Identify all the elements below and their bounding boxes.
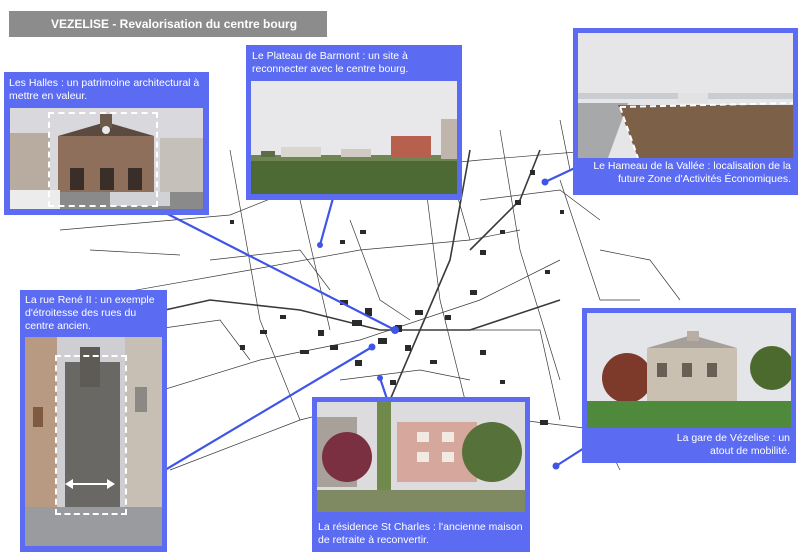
caption-les-halles: Les Halles : un patrimoine architectural… xyxy=(9,77,200,102)
callout-gare-vezelise: La gare de Vézelise : un atout de mobili… xyxy=(582,308,796,463)
callout-residence-st-charles: La résidence St Charles : l'ancienne mai… xyxy=(312,397,530,552)
highlight-frame xyxy=(48,112,158,207)
caption-gare-vezelise: La gare de Vézelise : un atout de mobili… xyxy=(676,432,790,457)
photo-hameau-vallee xyxy=(578,33,793,158)
double-arrow-icon xyxy=(65,478,115,490)
caption-residence-st-charles: La résidence St Charles : l'ancienne mai… xyxy=(318,521,523,546)
caption-plateau-barmont: Le Plateau de Barmont : un site à reconn… xyxy=(252,50,409,75)
photo-residence-st-charles xyxy=(317,402,525,512)
photo-rue-rene xyxy=(25,337,162,546)
callout-plateau-barmont: Le Plateau de Barmont : un site à reconn… xyxy=(246,45,462,200)
caption-hameau-vallee: Le Hameau de la Vallée : localisation de… xyxy=(593,160,791,185)
callout-rue-rene: La rue René II : un exemple d'étroitesse… xyxy=(20,290,167,552)
photo-gare-vezelise xyxy=(587,313,791,428)
page-title: VEZELISE - Revalorisation du centre bour… xyxy=(9,11,327,37)
callout-les-halles: Les Halles : un patrimoine architectural… xyxy=(4,72,209,215)
photo-plateau-barmont xyxy=(251,81,457,194)
callout-hameau-vallee: Le Hameau de la Vallée : localisation de… xyxy=(573,28,798,195)
highlight-frame xyxy=(55,355,127,515)
caption-rue-rene: La rue René II : un exemple d'étroitesse… xyxy=(25,294,155,332)
photo-les-halles xyxy=(10,108,203,209)
